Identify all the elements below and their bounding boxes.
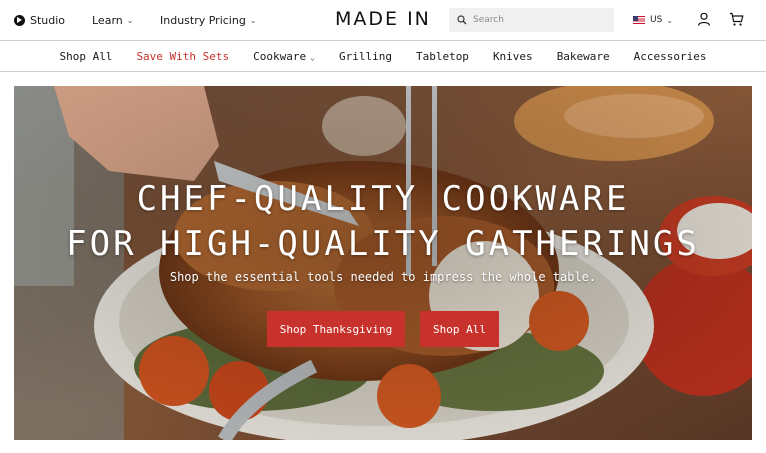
- hero-headline-line-1: CHEF-QUALITY COOKWARE: [136, 179, 630, 219]
- locale-label: US: [650, 15, 663, 25]
- category-nav: Shop All Save With Sets Cookware ⌄ Grilli…: [0, 41, 766, 72]
- play-icon: [14, 14, 25, 26]
- cart-icon[interactable]: [729, 12, 744, 27]
- shop-thanksgiving-button[interactable]: Shop Thanksgiving: [267, 311, 405, 347]
- nav-item-shop-all[interactable]: Shop All: [59, 50, 112, 63]
- account-icon[interactable]: [697, 12, 711, 26]
- brand-logo[interactable]: MADE IN: [335, 8, 431, 30]
- nav-item-bakeware[interactable]: Bakeware: [557, 50, 610, 63]
- locale-selector[interactable]: US ⌄: [633, 0, 673, 40]
- industry-pricing-menu[interactable]: Industry Pricing ⌄: [160, 0, 257, 40]
- chevron-down-icon: ⌄: [666, 15, 674, 25]
- nav-item-cookware-label: Cookware: [253, 49, 307, 63]
- chevron-down-icon: ⌄: [249, 15, 257, 25]
- studio-label: Studio: [30, 13, 66, 27]
- nav-item-tabletop[interactable]: Tabletop: [416, 50, 469, 63]
- learn-menu[interactable]: Learn ⌄: [92, 0, 133, 40]
- nav-item-accessories[interactable]: Accessories: [634, 50, 707, 63]
- hero-headline-line-2: FOR HIGH-QUALITY GATHERINGS: [66, 224, 700, 264]
- nav-item-cookware[interactable]: Cookware ⌄: [253, 50, 315, 63]
- search-icon: [457, 15, 467, 25]
- search-input[interactable]: [473, 15, 603, 25]
- nav-item-grilling[interactable]: Grilling: [339, 50, 392, 63]
- us-flag-icon: [633, 16, 645, 24]
- learn-label: Learn: [92, 13, 123, 27]
- hero-banner: CHEF-QUALITY COOKWARE FOR HIGH-QUALITY G…: [14, 86, 752, 440]
- chevron-down-icon: ⌄: [126, 15, 134, 25]
- chevron-down-icon: ⌄: [310, 52, 315, 62]
- hero-subheading: Shop the essential tools needed to impre…: [169, 270, 597, 284]
- nav-item-save-with-sets[interactable]: Save With Sets: [136, 50, 229, 63]
- search-box[interactable]: [449, 8, 614, 32]
- industry-pricing-label: Industry Pricing: [160, 13, 246, 27]
- nav-item-knives[interactable]: Knives: [493, 50, 533, 63]
- top-header: Studio Learn ⌄ Industry Pricing ⌄ MADE I…: [0, 0, 766, 41]
- hero-content: CHEF-QUALITY COOKWARE FOR HIGH-QUALITY G…: [14, 86, 752, 440]
- studio-link[interactable]: Studio: [14, 0, 65, 40]
- shop-all-button[interactable]: Shop All: [420, 311, 499, 347]
